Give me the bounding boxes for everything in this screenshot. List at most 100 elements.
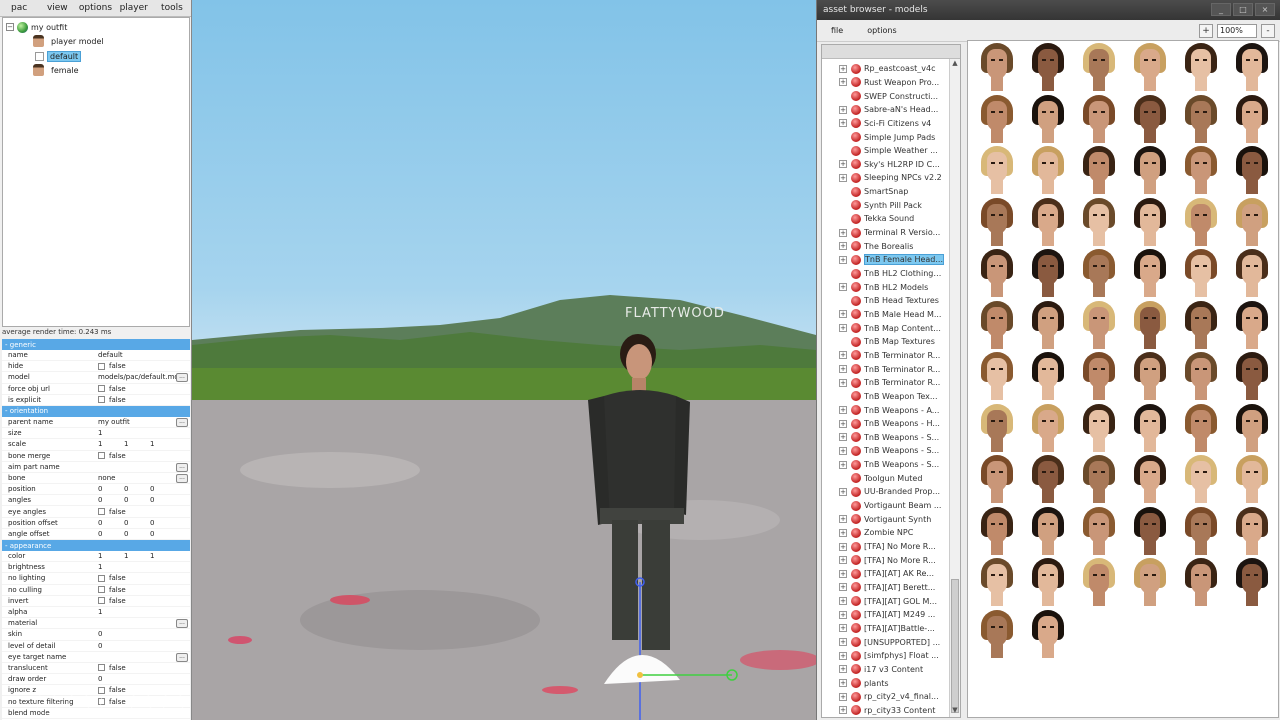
model-thumbnail[interactable] <box>1182 94 1220 143</box>
tool-circle-icon[interactable] <box>162 692 184 714</box>
property-row[interactable]: scale 1 1 1 <box>2 439 190 451</box>
tool-circle-icon[interactable] <box>100 692 122 714</box>
property-value[interactable]: default <box>98 351 190 359</box>
model-thumbnail[interactable] <box>978 300 1016 349</box>
addon-item[interactable]: + Rp_eastcoast_v4c <box>822 62 947 76</box>
addon-item[interactable]: + [simfphys] Float ... <box>822 649 947 663</box>
model-thumbnail[interactable] <box>1233 43 1271 91</box>
property-value[interactable]: false <box>98 664 190 672</box>
model-thumbnail[interactable] <box>1182 506 1220 555</box>
tree-node-default[interactable]: default <box>35 49 82 63</box>
model-thumbnail[interactable] <box>978 146 1016 194</box>
property-value[interactable]: false <box>98 396 190 404</box>
model-thumbnail[interactable] <box>1131 455 1169 503</box>
checkbox[interactable] <box>98 396 105 404</box>
addon-item[interactable]: Synth Pill Pack <box>822 199 947 213</box>
model-thumbnail[interactable] <box>1182 197 1220 246</box>
addon-item[interactable]: TnB Map Textures <box>822 335 947 349</box>
model-thumbnail[interactable] <box>1131 94 1169 143</box>
vector-component[interactable]: 0 <box>124 485 150 493</box>
model-thumbnail[interactable] <box>1131 300 1169 349</box>
vector-component[interactable]: 0 <box>124 496 150 504</box>
model-thumbnail[interactable] <box>1182 249 1220 297</box>
addon-item[interactable]: + [TFA][AT]Battle-... <box>822 622 947 636</box>
addon-item[interactable]: + UU-Branded Prop... <box>822 485 947 499</box>
model-thumbnail[interactable] <box>1080 558 1118 606</box>
property-row[interactable]: hide false <box>2 361 190 373</box>
checkbox[interactable] <box>98 362 105 370</box>
addon-item[interactable]: + TnB Weapons - S... <box>822 458 947 472</box>
expand-icon[interactable]: + <box>839 638 847 647</box>
property-value[interactable]: 0 <box>98 642 190 650</box>
expand-icon[interactable]: + <box>839 542 847 551</box>
model-thumbnail[interactable] <box>978 558 1016 606</box>
property-row[interactable]: eye target name... <box>2 652 190 663</box>
vector-component[interactable]: 0 <box>124 519 150 527</box>
expand-icon[interactable]: + <box>839 365 847 374</box>
addon-item[interactable]: Simple Weather ... <box>822 144 947 158</box>
addon-item[interactable]: + [TFA] No More R... <box>822 553 947 567</box>
model-thumbnail[interactable] <box>1080 300 1118 349</box>
vector-component[interactable]: 0 <box>150 530 176 538</box>
addon-item[interactable]: SWEP Constructi... <box>822 89 947 103</box>
section-appearance[interactable]: - appearance <box>2 540 190 551</box>
model-thumbnail[interactable] <box>1131 506 1169 555</box>
scroll-up-icon[interactable]: ▲ <box>950 59 960 70</box>
model-thumbnail[interactable] <box>1029 609 1067 658</box>
expand-icon[interactable]: + <box>839 255 847 264</box>
model-thumbnail[interactable] <box>978 249 1016 297</box>
property-value[interactable]: false <box>98 385 190 393</box>
menu-file[interactable]: file <box>831 26 843 35</box>
property-value[interactable]: 111 <box>98 440 190 448</box>
model-thumbnail[interactable] <box>978 94 1016 143</box>
property-value[interactable]: 111 <box>98 552 190 560</box>
addon-item[interactable]: + TnB Terminator R... <box>822 362 947 376</box>
addon-item[interactable]: + rp_city2_v4_final... <box>822 690 947 704</box>
property-row[interactable]: angle offset 0 0 0 <box>2 529 190 540</box>
vector-component[interactable]: 1 <box>150 440 176 448</box>
addon-item[interactable]: + Sky's HL2RP ID C... <box>822 158 947 172</box>
expand-icon[interactable]: + <box>839 228 847 237</box>
addon-item[interactable]: + Rust Weapon Pro... <box>822 76 947 90</box>
model-thumbnail[interactable] <box>1029 146 1067 194</box>
addon-item[interactable]: + TnB Female Head... <box>822 253 947 267</box>
property-value[interactable]: false <box>98 586 190 594</box>
browse-button[interactable]: ... <box>176 473 188 483</box>
menu-options[interactable]: options <box>76 0 114 16</box>
expand-icon[interactable]: + <box>839 351 847 360</box>
vector-component[interactable]: 1 <box>124 440 150 448</box>
tool-circle-icon[interactable] <box>130 692 152 714</box>
addon-item[interactable]: + TnB Weapons - S... <box>822 431 947 445</box>
addon-item[interactable]: TnB Weapon Tex... <box>822 390 947 404</box>
model-thumbnail[interactable] <box>978 455 1016 503</box>
model-thumbnail[interactable] <box>1029 43 1067 91</box>
expand-icon[interactable]: + <box>839 446 847 455</box>
addon-item[interactable]: + Sci-Fi Citizens v4 <box>822 117 947 131</box>
asset-browser-titlebar[interactable]: asset browser - models _ □ × <box>817 0 1280 20</box>
model-thumbnail[interactable] <box>1182 300 1220 349</box>
property-value[interactable]: false <box>98 597 190 605</box>
addon-item[interactable]: + TnB Weapons - H... <box>822 417 947 431</box>
expand-icon[interactable]: + <box>839 310 847 319</box>
addon-item[interactable]: + i17 v3 Content <box>822 663 947 677</box>
property-row[interactable]: brightness 1 <box>2 562 190 574</box>
addon-item[interactable]: + TnB Terminator R... <box>822 349 947 363</box>
browse-button[interactable]: ... <box>176 462 188 472</box>
vector-component[interactable]: 1 <box>150 552 176 560</box>
model-thumbnail[interactable] <box>1233 403 1271 452</box>
property-row[interactable]: force obj url false <box>2 384 190 395</box>
expand-icon[interactable]: + <box>839 679 847 688</box>
tree-scrollbar[interactable]: ▲ ▼ <box>949 59 960 717</box>
model-thumbnail[interactable] <box>978 197 1016 246</box>
maximize-button[interactable]: □ <box>1233 3 1253 16</box>
property-row[interactable]: color 1 1 1 <box>2 551 190 563</box>
vector-component[interactable]: 0 <box>150 496 176 504</box>
model-thumbnail[interactable] <box>1233 455 1271 503</box>
browse-button[interactable]: ... <box>176 652 188 662</box>
property-value[interactable]: 1 <box>98 429 190 437</box>
checkbox[interactable] <box>98 508 105 516</box>
scroll-down-icon[interactable]: ▼ <box>950 706 960 717</box>
addon-item[interactable]: Tekka Sound <box>822 212 947 226</box>
expand-icon[interactable]: + <box>839 624 847 633</box>
menu-pac[interactable]: pac <box>0 0 38 16</box>
